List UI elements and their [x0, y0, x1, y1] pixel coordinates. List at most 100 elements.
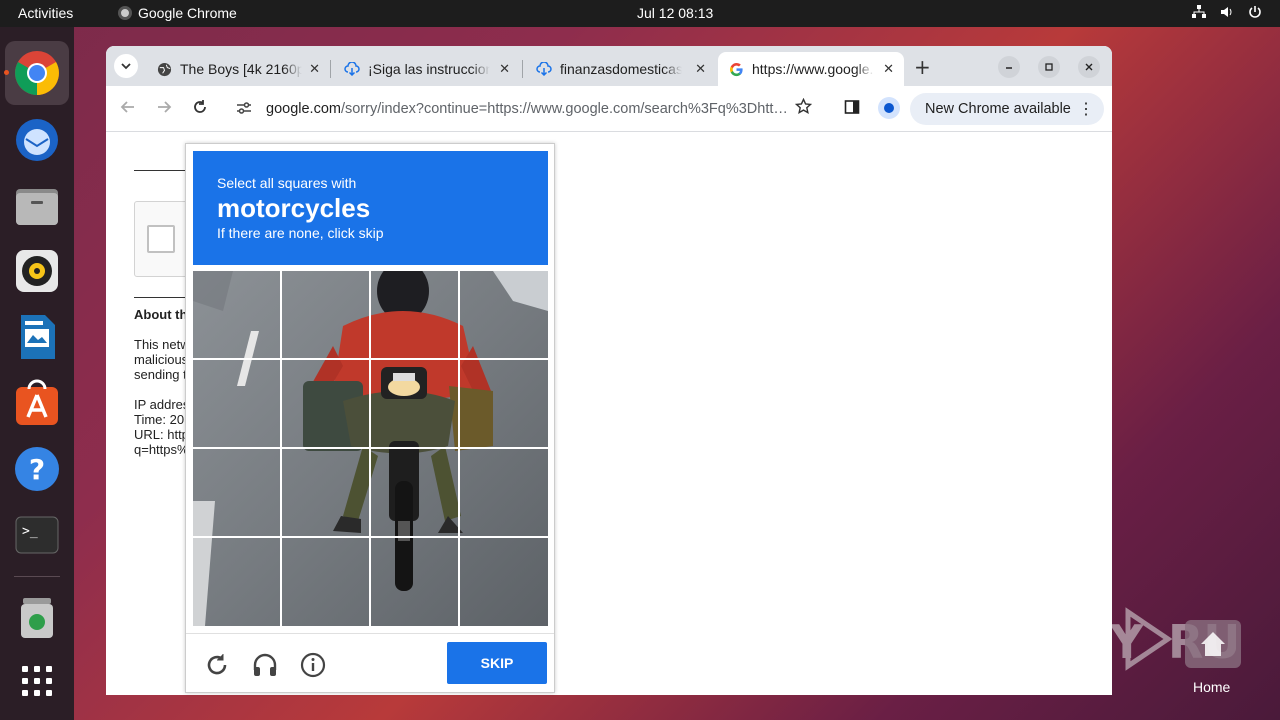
thunderbird-icon	[16, 119, 58, 161]
system-tray[interactable]	[1192, 5, 1262, 19]
running-indicator	[4, 70, 9, 75]
back-button[interactable]	[120, 99, 136, 119]
app-name: Google Chrome	[138, 5, 237, 21]
chevron-down-icon	[121, 63, 131, 70]
files-icon	[16, 189, 58, 225]
dock-help[interactable]: ?	[13, 445, 61, 493]
address-bar[interactable]: google.com/sorry/index?continue=https://…	[226, 92, 824, 126]
grid-tile[interactable]	[193, 449, 280, 536]
grid-tile[interactable]	[371, 360, 458, 447]
dock-rhythmbox[interactable]	[13, 247, 61, 295]
grid-tile[interactable]	[460, 538, 547, 625]
show-apps-button[interactable]	[13, 657, 61, 705]
about-heading: About th	[134, 307, 188, 322]
side-panel-button[interactable]	[844, 99, 860, 119]
skip-button[interactable]: SKIP	[447, 642, 547, 684]
dock-separator	[14, 576, 60, 577]
info-button[interactable]	[298, 650, 328, 680]
top-bar: Activities Google Chrome Jul 12 08:13	[0, 0, 1280, 27]
download-cloud-icon	[536, 61, 552, 77]
home-folder-icon	[1185, 620, 1241, 668]
grid-tile[interactable]	[371, 449, 458, 536]
grid-tile[interactable]	[193, 271, 280, 358]
close-window-button[interactable]	[1078, 56, 1100, 78]
info-icon	[300, 652, 326, 678]
tab-separator	[522, 60, 523, 78]
recaptcha-checkbox[interactable]	[147, 225, 175, 253]
help-icon: ?	[15, 447, 59, 491]
activities-button[interactable]: Activities	[18, 5, 73, 21]
recaptcha-challenge: Select all squares with motorcycles If t…	[185, 143, 555, 693]
toolbar: google.com/sorry/index?continue=https://…	[106, 86, 1112, 132]
side-panel-icon	[844, 100, 860, 114]
dock-thunderbird[interactable]	[13, 115, 61, 163]
audio-challenge-button[interactable]	[250, 650, 280, 680]
app-menu[interactable]: Google Chrome	[118, 5, 237, 21]
dock: ? >_	[0, 27, 74, 720]
home-label: Home	[1193, 679, 1231, 695]
reload-icon	[207, 654, 227, 675]
tab-finanzasdomesticas[interactable]: finanzasdomesticas ✕	[526, 52, 716, 86]
grid-tile[interactable]	[460, 271, 547, 358]
dock-trash[interactable]	[13, 594, 61, 642]
update-label: New Chrome available	[925, 101, 1071, 117]
tab-google-active[interactable]: https://www.google.com ✕	[718, 52, 904, 86]
maximize-icon	[1045, 63, 1053, 71]
site-info-icon[interactable]	[236, 101, 252, 118]
volume-icon	[1221, 7, 1232, 17]
new-chrome-available-button[interactable]: New Chrome available ⋮	[910, 93, 1104, 125]
trash-icon	[21, 598, 53, 638]
tab-search-button[interactable]	[114, 54, 138, 78]
desktop-home-folder[interactable]	[1185, 620, 1241, 668]
grid-tile[interactable]	[193, 360, 280, 447]
tab-the-boys[interactable]: The Boys [4k 2160p] ✕	[146, 52, 330, 86]
dock-writer[interactable]	[13, 313, 61, 361]
bookmark-star-icon[interactable]	[794, 97, 813, 120]
grid-tile[interactable]	[282, 449, 369, 536]
tab-siga-instrucciones[interactable]: ¡Siga las instrucciones ✕	[334, 52, 520, 86]
close-tab-icon[interactable]: ✕	[883, 61, 894, 77]
grid-tile[interactable]	[371, 538, 458, 625]
page-text-line: q=https%	[134, 442, 189, 457]
tab-title: ¡Siga las instrucciones	[368, 61, 490, 77]
grid-tile[interactable]	[282, 271, 369, 358]
chrome-icon	[15, 51, 59, 95]
new-tab-button[interactable]: +	[914, 55, 931, 79]
arrow-right-icon	[158, 101, 172, 113]
dock-app-center[interactable]	[13, 379, 61, 427]
more-vert-icon[interactable]: ⋮	[1078, 99, 1094, 119]
app-center-icon	[16, 379, 58, 425]
grid-tile[interactable]	[460, 360, 547, 447]
tab-strip: The Boys [4k 2160p] ✕ ¡Siga las instrucc…	[106, 46, 1112, 86]
tab-title: https://www.google.com	[752, 61, 874, 77]
page-text-line: IP addres	[134, 397, 190, 412]
profile-avatar[interactable]	[878, 97, 900, 119]
close-tab-icon[interactable]: ✕	[309, 61, 320, 77]
svg-text:>_: >_	[22, 524, 38, 539]
grid-icon	[22, 666, 52, 696]
dock-files[interactable]	[13, 181, 61, 229]
footer-divider	[186, 633, 554, 634]
page-text-line: malicious	[134, 352, 189, 367]
page-text-line: sending t	[134, 367, 187, 382]
grid-tile[interactable]	[282, 538, 369, 625]
dock-terminal[interactable]: >_	[13, 511, 61, 559]
minimize-icon	[1006, 67, 1012, 69]
reload-button[interactable]	[192, 99, 208, 119]
grid-tile[interactable]	[371, 271, 458, 358]
google-icon	[728, 61, 744, 77]
rhythmbox-icon	[16, 250, 58, 292]
forward-button[interactable]	[156, 99, 172, 119]
close-tab-icon[interactable]: ✕	[499, 61, 510, 77]
grid-tile[interactable]	[282, 360, 369, 447]
grid-tile[interactable]	[460, 449, 547, 536]
dock-chrome[interactable]	[13, 49, 61, 97]
maximize-button[interactable]	[1038, 56, 1060, 78]
minimize-button[interactable]	[998, 56, 1020, 78]
globe-icon	[156, 61, 172, 77]
grid-tile[interactable]	[193, 538, 280, 625]
reload-challenge-button[interactable]	[202, 650, 232, 680]
close-tab-icon[interactable]: ✕	[695, 61, 706, 77]
clock[interactable]: Jul 12 08:13	[637, 5, 713, 21]
challenge-image-grid	[193, 271, 548, 626]
